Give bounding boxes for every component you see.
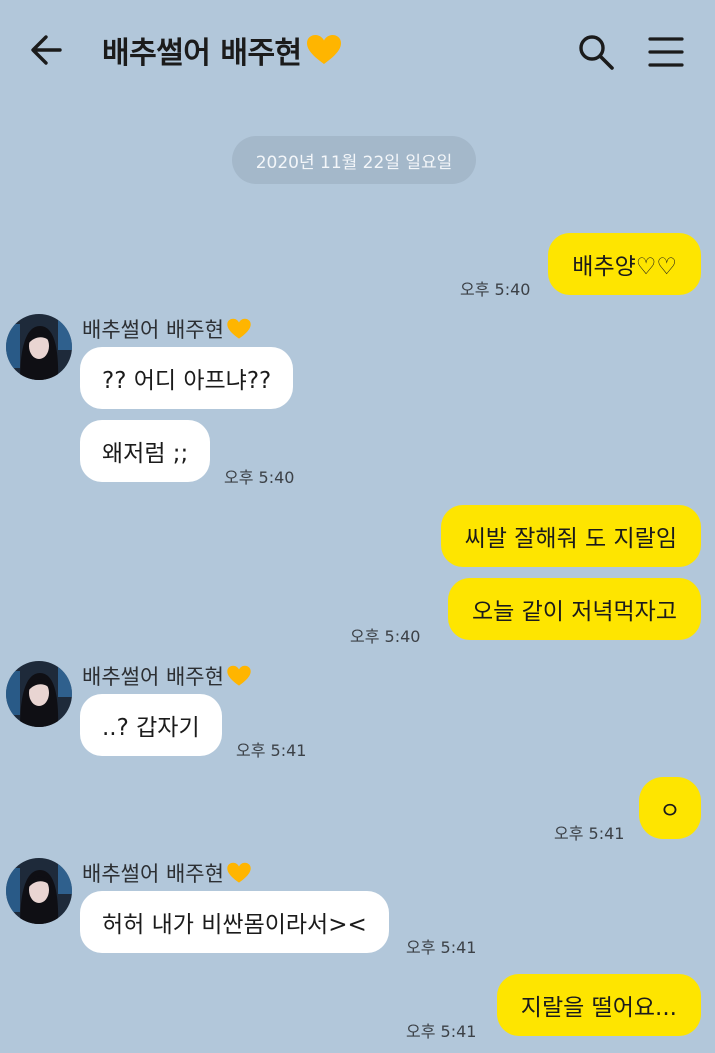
chat-title-text: 배추썰어 배주현 <box>102 36 302 71</box>
their-message-bubble[interactable]: ..? 갑자기 <box>80 694 222 756</box>
contact-avatar[interactable] <box>6 314 72 380</box>
my-message-bubble[interactable]: 오늘 같이 저녁먹자고 <box>447 578 701 640</box>
heart-icon <box>306 35 341 64</box>
my-message-bubble[interactable]: 배추양♡♡ <box>548 233 701 295</box>
search-icon[interactable] <box>576 32 616 72</box>
menu-icon[interactable] <box>646 32 686 72</box>
date-divider: 2020년 11월 22일 일요일 <box>232 136 476 184</box>
heart-icon <box>227 318 251 339</box>
message-time: 오후 5:40 <box>460 280 531 299</box>
sender-name: 배추썰어 배주현 <box>82 858 252 888</box>
chat-title: 배추썰어 배주현 <box>102 28 342 72</box>
my-message-bubble[interactable]: ㅇ <box>639 777 701 839</box>
sender-name: 배추썰어 배주현 <box>82 661 252 691</box>
contact-avatar[interactable] <box>6 858 72 924</box>
message-time: 오후 5:41 <box>406 938 477 957</box>
my-message-bubble[interactable]: 씨발 잘해줘 도 지랄임 <box>440 505 701 567</box>
message-time: 오후 5:41 <box>236 741 307 760</box>
heart-icon <box>227 665 251 686</box>
message-time: 오후 5:41 <box>554 824 625 843</box>
sender-name: 배추썰어 배주현 <box>82 314 252 344</box>
chat-header: 배추썰어 배주현 <box>0 0 715 100</box>
message-time: 오후 5:40 <box>224 468 295 487</box>
their-message-bubble[interactable]: 허허 내가 비싼몸이라서>< <box>80 891 389 953</box>
their-message-bubble[interactable]: 왜저럼 ;; <box>80 420 211 482</box>
sender-name-text: 배추썰어 배주현 <box>82 318 224 342</box>
their-message-bubble[interactable]: ?? 어디 아프냐?? <box>80 347 294 409</box>
message-time: 오후 5:41 <box>406 1022 477 1041</box>
contact-avatar[interactable] <box>6 661 72 727</box>
sender-name-text: 배추썰어 배주현 <box>82 862 224 886</box>
sender-name-text: 배추썰어 배주현 <box>82 665 224 689</box>
message-time: 오후 5:40 <box>350 627 421 646</box>
my-message-bubble[interactable]: 지랄을 떨어요... <box>496 974 701 1036</box>
arrow-left-icon[interactable] <box>28 30 64 70</box>
heart-icon <box>227 862 251 883</box>
